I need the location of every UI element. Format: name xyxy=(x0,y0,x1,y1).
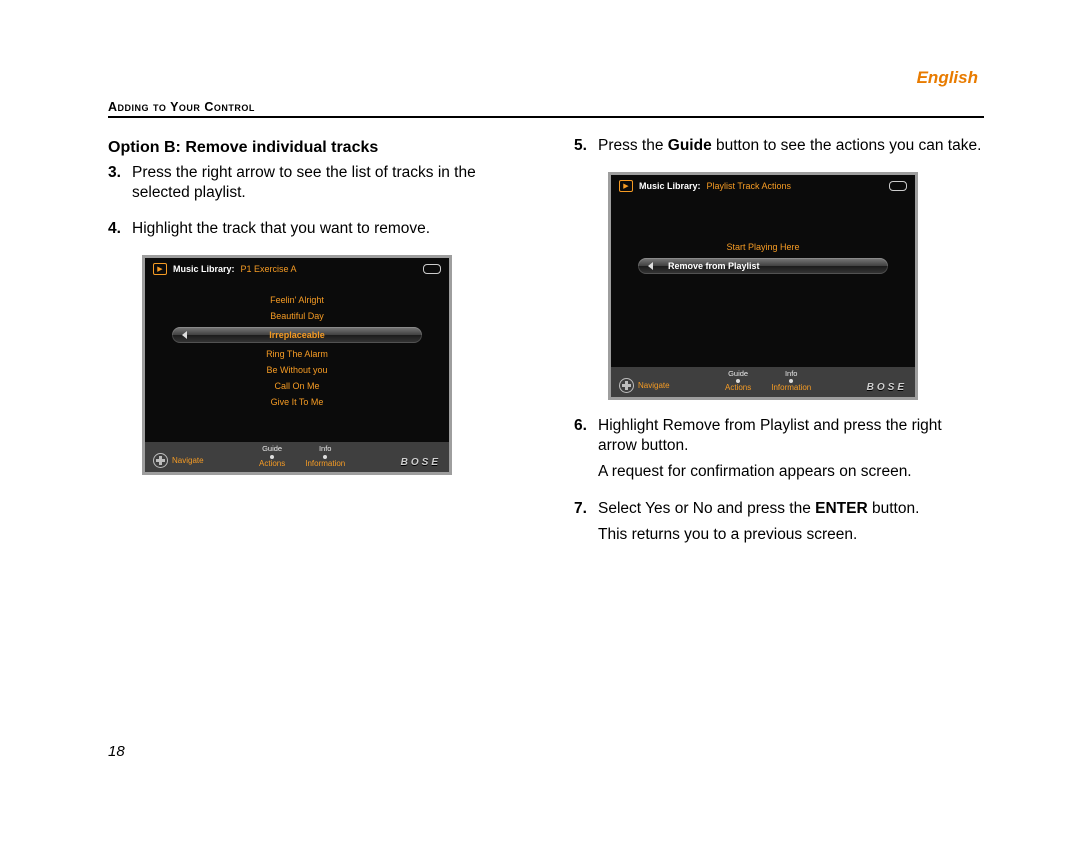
manual-page: English Adding to Your Control Option B:… xyxy=(0,0,1080,852)
guide-bottom: Actions xyxy=(725,384,751,393)
step: 5. Press the Guide button to see the acti… xyxy=(574,136,984,162)
step-number: 3. xyxy=(108,163,126,209)
right-steps-b: 6.Highlight Remove from Playlist and pre… xyxy=(574,416,984,551)
bose-logo: BOSE xyxy=(401,457,441,468)
step-3: 3. Press the right arrow to see the list… xyxy=(108,163,518,209)
step-4: 4. Highlight the track that you want to … xyxy=(108,219,518,245)
left-steps: 3. Press the right arrow to see the list… xyxy=(108,163,518,245)
play-indicator-icon: ▶ xyxy=(619,180,633,192)
option-b-heading: Option B: Remove individual tracks xyxy=(108,139,518,157)
play-indicator-icon: ▶ xyxy=(153,263,167,275)
guide-top: Guide xyxy=(262,445,282,453)
page-number: 18 xyxy=(108,743,125,760)
navigate-label: Navigate xyxy=(172,456,204,465)
track-item: Ring The Alarm xyxy=(163,346,431,362)
track-item: Call On Me xyxy=(163,378,431,394)
action-item: Remove from Playlist xyxy=(629,255,897,277)
info-bottom: Information xyxy=(305,460,345,469)
title-crumb: Playlist Track Actions xyxy=(707,181,792,191)
step-body: Select Yes or No and press the ENTER but… xyxy=(598,499,919,551)
step: 6.Highlight Remove from Playlist and pre… xyxy=(574,416,984,488)
step-body: Press the Guide button to see the action… xyxy=(598,136,981,162)
step-body: Highlight Remove from Playlist and press… xyxy=(598,416,984,488)
step-extra: This returns you to a previous screen. xyxy=(598,525,919,545)
navigate-label: Navigate xyxy=(638,381,670,390)
footer-navigate: Navigate xyxy=(153,453,204,468)
selected-pill: Remove from Playlist xyxy=(638,258,888,274)
footer-guide: Guide Actions xyxy=(725,370,751,393)
track-item: Be Without you xyxy=(163,362,431,378)
guide-top: Guide xyxy=(728,370,748,378)
track-list: Feelin' AlrightBeautiful Day Irreplaceabl… xyxy=(163,292,431,410)
language-label: English xyxy=(917,68,978,88)
screen-footer: Navigate Guide Actions Info Informat xyxy=(611,367,915,397)
track-item: Irreplaceable xyxy=(163,324,431,346)
footer-info: Info Information xyxy=(305,445,345,468)
info-top: Info xyxy=(785,370,798,378)
dpad-icon xyxy=(153,453,168,468)
step-number: 4. xyxy=(108,219,126,245)
screen-titlebar: ▶ Music Library: P1 Exercise A xyxy=(145,258,449,280)
bose-logo: BOSE xyxy=(867,382,907,393)
section-header: Adding to Your Control xyxy=(108,100,984,114)
step-extra: A request for confirmation appears on sc… xyxy=(598,462,984,482)
title-prefix: Music Library: xyxy=(639,181,701,191)
step-text: Press the Guide button to see the action… xyxy=(598,136,981,156)
step-text: Press the right arrow to see the list of… xyxy=(132,163,518,203)
step-text: Highlight Remove from Playlist and press… xyxy=(598,416,984,456)
status-icon xyxy=(423,264,441,274)
left-column: Option B: Remove individual tracks 3. Pr… xyxy=(108,136,518,561)
step-number: 7. xyxy=(574,499,592,551)
status-icon xyxy=(889,181,907,191)
info-top: Info xyxy=(319,445,332,453)
right-column: 5. Press the Guide button to see the acti… xyxy=(574,136,984,561)
info-bottom: Information xyxy=(771,384,811,393)
right-steps-a: 5. Press the Guide button to see the acti… xyxy=(574,136,984,162)
title-crumb: P1 Exercise A xyxy=(241,264,297,274)
screenshot-track-list: ▶ Music Library: P1 Exercise A Feelin' A… xyxy=(142,255,452,475)
dpad-icon xyxy=(619,378,634,393)
screen-footer: Navigate Guide Actions Info Informat xyxy=(145,442,449,472)
track-item: Give It To Me xyxy=(163,394,431,410)
section-rule xyxy=(108,116,984,118)
action-list: Start Playing Here Remove from Playlist xyxy=(629,239,897,277)
track-item: Feelin' Alright xyxy=(163,292,431,308)
guide-bottom: Actions xyxy=(259,460,285,469)
chevron-left-icon xyxy=(182,331,187,339)
step: 7. Select Yes or No and press the ENTER b… xyxy=(574,499,984,551)
step-number: 6. xyxy=(574,416,592,488)
step-text: Highlight the track that you want to rem… xyxy=(132,219,430,239)
action-item: Start Playing Here xyxy=(629,239,897,255)
screen-titlebar: ▶ Music Library: Playlist Track Actions xyxy=(611,175,915,197)
title-prefix: Music Library: xyxy=(173,264,235,274)
screenshot-track-actions: ▶ Music Library: Playlist Track Actions … xyxy=(608,172,918,400)
footer-navigate: Navigate xyxy=(619,378,670,393)
step-text: Select Yes or No and press the ENTER but… xyxy=(598,499,919,519)
step-number: 5. xyxy=(574,136,592,162)
selected-pill: Irreplaceable xyxy=(172,327,422,343)
track-item: Beautiful Day xyxy=(163,308,431,324)
footer-guide: Guide Actions xyxy=(259,445,285,468)
footer-info: Info Information xyxy=(771,370,811,393)
chevron-left-icon xyxy=(648,262,653,270)
